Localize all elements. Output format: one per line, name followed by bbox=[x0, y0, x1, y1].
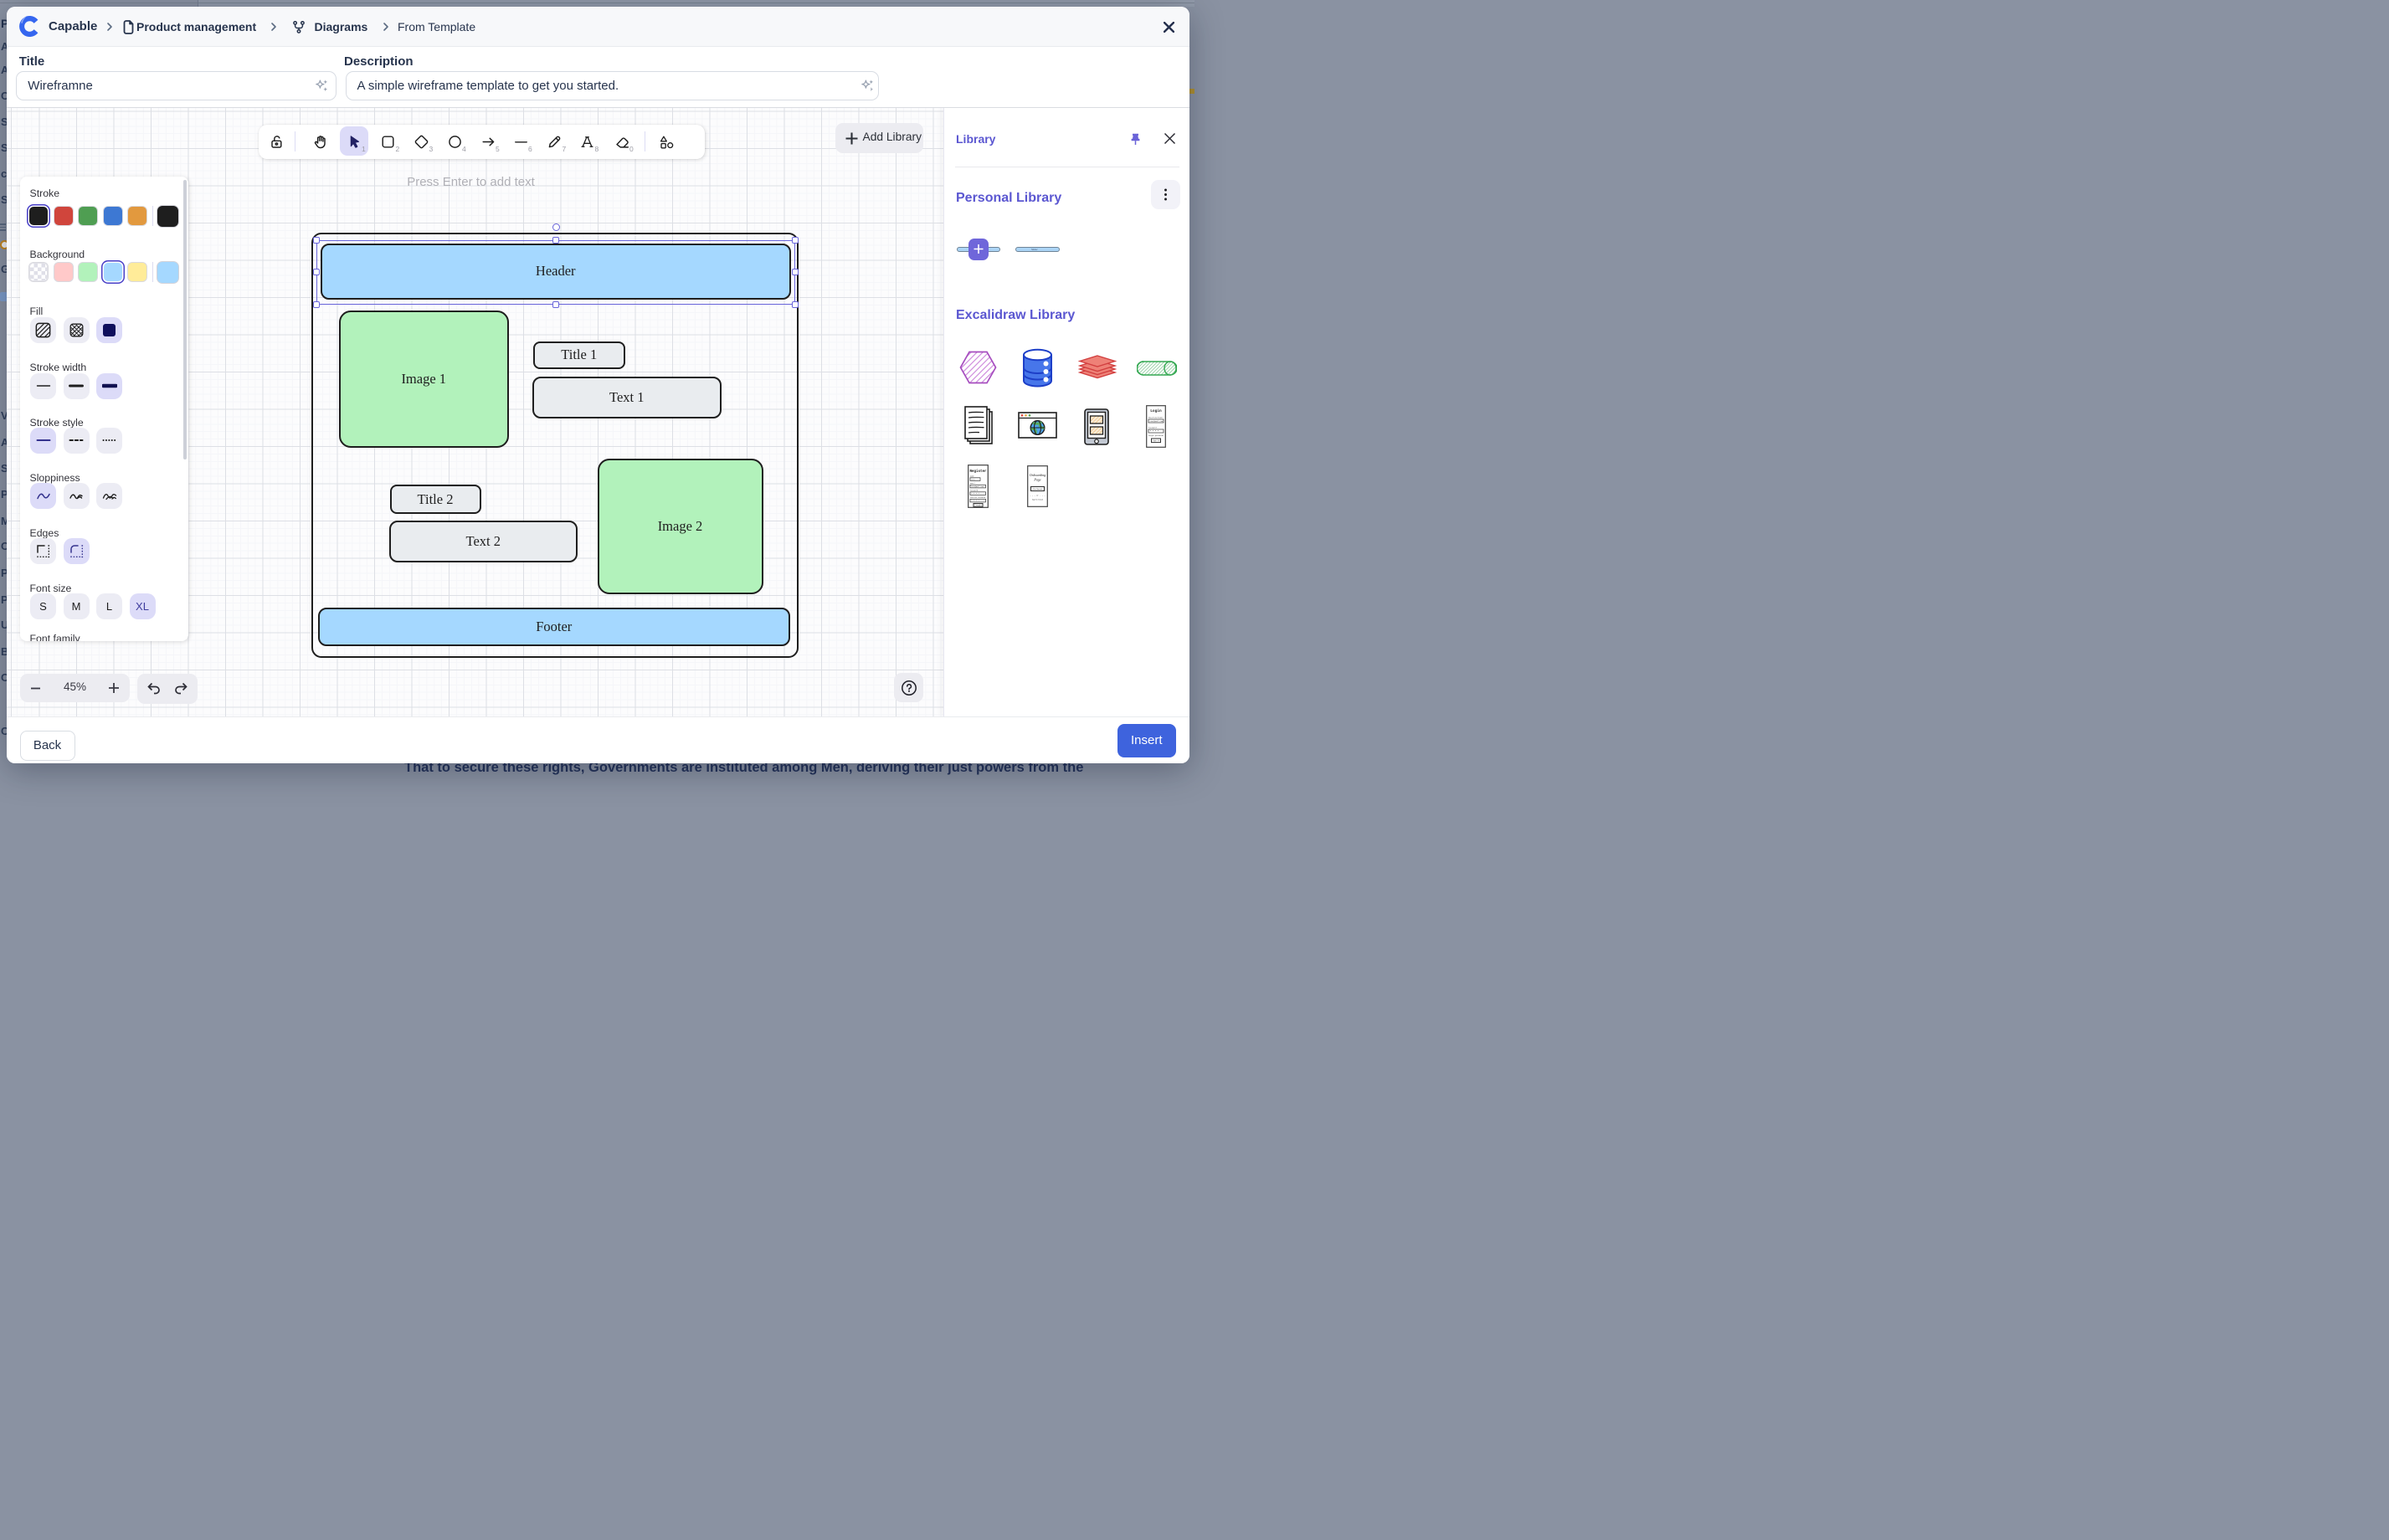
svg-text:- - - or - - -: - - - or - - - bbox=[1030, 495, 1045, 497]
svg-text:Email: Email bbox=[970, 482, 976, 485]
svg-text:* * * *: * * * * bbox=[1150, 429, 1159, 433]
svg-text:Sign in instead: Sign in instead bbox=[1032, 499, 1044, 501]
svg-text:Confirm Password: Confirm Password bbox=[970, 496, 985, 499]
svg-text:text: text bbox=[971, 479, 975, 481]
svg-text:Create: Create bbox=[974, 505, 982, 507]
svg-text:Login: Login bbox=[1150, 408, 1162, 413]
svg-text:text@mail.com: text@mail.com bbox=[1150, 420, 1164, 423]
svg-text:* * * *: * * * * bbox=[971, 500, 979, 502]
svg-text:Email/Username: Email/Username bbox=[1148, 417, 1164, 419]
svg-text:Get Started: Get Started bbox=[1033, 488, 1043, 490]
svg-text:Register: Register bbox=[969, 470, 987, 474]
svg-text:Onboarding: Onboarding bbox=[1030, 473, 1046, 477]
svg-text:Sign in: Sign in bbox=[1152, 439, 1160, 442]
svg-text:forgot password?: forgot password? bbox=[1148, 434, 1164, 437]
svg-text:* * * *: * * * * bbox=[971, 493, 979, 495]
svg-text:Password: Password bbox=[1148, 427, 1157, 429]
svg-text:text@mail.com: text@mail.com bbox=[971, 485, 984, 488]
svg-text:Password: Password bbox=[970, 490, 978, 492]
svg-text:Page: Page bbox=[1033, 478, 1040, 482]
